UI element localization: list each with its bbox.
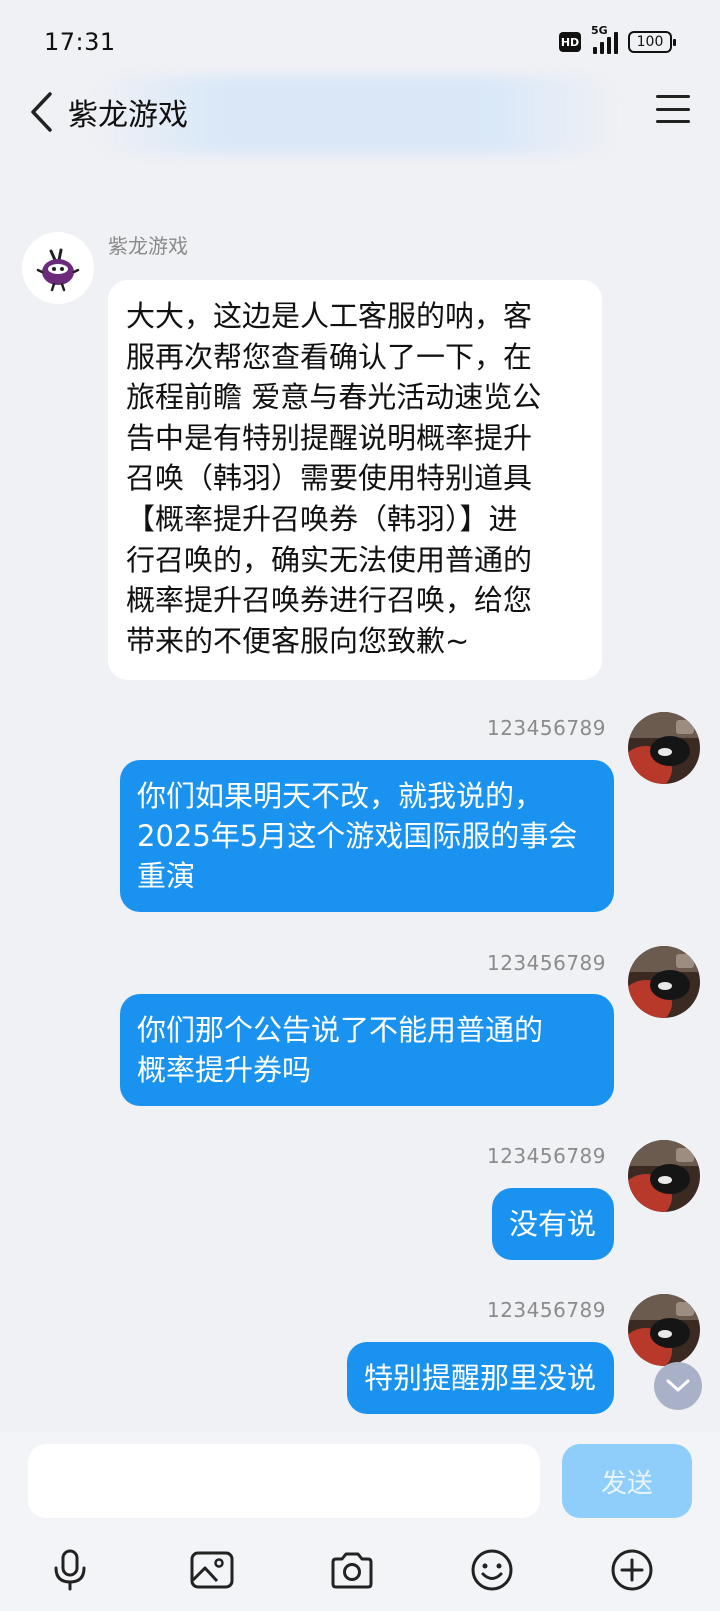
message-line: 【概率提升召唤券（韩羽）】进 — [126, 501, 518, 536]
message-line: 服再次帮您查看确认了一下，在 — [126, 339, 533, 374]
battery-icon: 100 — [628, 31, 676, 53]
user-avatar[interactable] — [628, 1294, 700, 1366]
status-icons: HD 5G 100 — [559, 24, 676, 54]
message-line: 召唤（韩羽）需要使用特别道具 — [126, 461, 533, 496]
sender-name: 123456789 — [486, 1144, 606, 1168]
plus-circle-icon — [611, 1549, 653, 1591]
message-line: 告中是有特别提醒说明概率提升 — [126, 420, 533, 455]
network-type: 5G — [591, 24, 608, 37]
emoji-icon — [471, 1549, 513, 1591]
incoming-message-bubble[interactable]: 大大，这边是人工客服的呐，客 服再次帮您查看确认了一下，在 旅程前瞻 爱意与春光… — [108, 280, 602, 680]
message-line: 旅程前瞻 爱意与春光活动速览公 — [126, 380, 542, 415]
scroll-to-bottom-button[interactable] — [654, 1362, 702, 1410]
chevron-down-icon — [666, 1379, 690, 1392]
chevron-left-icon — [31, 92, 52, 132]
chat-title: 紫龙游戏 — [68, 98, 188, 133]
sender-name: 123456789 — [486, 951, 606, 975]
outgoing-message-bubble[interactable]: 你们如果明天不改，就我说的， 2025年5月这个游戏国际服的事会 重演 — [120, 760, 614, 912]
more-button[interactable] — [602, 1540, 662, 1600]
gallery-button[interactable] — [182, 1540, 242, 1600]
user-avatar[interactable] — [628, 946, 700, 1018]
message-line: 2025年5月这个游戏国际服的事会 — [137, 819, 578, 853]
microphone-icon — [54, 1549, 86, 1591]
outgoing-message-bubble[interactable]: 你们那个公告说了不能用普通的 概率提升券吗 — [120, 994, 614, 1106]
message-line: 重演 — [137, 859, 196, 893]
signal-icon: 5G — [591, 24, 618, 54]
menu-button[interactable] — [654, 92, 692, 126]
mascot-icon — [36, 248, 80, 292]
camera-button[interactable] — [322, 1540, 382, 1600]
message-line: 带来的不便客服向您致歉~ — [126, 623, 470, 658]
battery-level: 100 — [636, 34, 664, 50]
hd-icon: HD — [559, 32, 581, 52]
status-time: 17:31 — [44, 28, 116, 56]
voice-button[interactable] — [40, 1540, 100, 1600]
composer: 发送 — [0, 1432, 720, 1611]
status-bar: 17:31 HD 5G 100 — [0, 0, 720, 86]
bot-avatar[interactable] — [22, 232, 94, 304]
send-button[interactable]: 发送 — [562, 1444, 692, 1518]
composer-toolbar — [0, 1540, 720, 1610]
message-list[interactable]: 紫龙游戏 大大，这边是人工客服的呐，客 服再次帮您查看确认了一下，在 旅程前瞻 … — [0, 156, 720, 1432]
hamburger-menu-icon — [656, 95, 690, 98]
sender-name: 123456789 — [486, 716, 606, 740]
outgoing-message-bubble[interactable]: 特别提醒那里没说 — [346, 1342, 614, 1414]
message-input[interactable] — [28, 1444, 540, 1518]
message-line: 概率提升券吗 — [137, 1053, 312, 1087]
camera-icon — [331, 1552, 373, 1589]
message-line: 概率提升召唤券进行召唤，给您 — [126, 583, 533, 618]
emoji-button[interactable] — [462, 1540, 522, 1600]
chat-screen: 17:31 HD 5G 100 紫龙游戏 紫龙游戏 大大，这边是人工客服的呐，客… — [0, 0, 720, 1611]
message-line: 你们如果明天不改，就我说的， — [137, 779, 544, 813]
message-line: 大大，这边是人工客服的呐，客 — [126, 299, 533, 333]
message-line: 行召唤的，确实无法使用普通的 — [126, 542, 533, 577]
back-button[interactable] — [18, 84, 64, 140]
sender-name: 紫龙游戏 — [108, 234, 188, 258]
sender-name: 123456789 — [486, 1298, 606, 1322]
image-icon — [190, 1551, 234, 1589]
message-line: 你们那个公告说了不能用普通的 — [137, 1013, 544, 1047]
user-avatar[interactable] — [628, 1140, 700, 1212]
outgoing-message-bubble[interactable]: 没有说 — [491, 1188, 614, 1260]
chat-header: 紫龙游戏 — [0, 76, 720, 156]
message-line: 没有说 — [508, 1207, 596, 1241]
user-avatar[interactable] — [628, 712, 700, 784]
message-line: 特别提醒那里没说 — [363, 1361, 596, 1395]
